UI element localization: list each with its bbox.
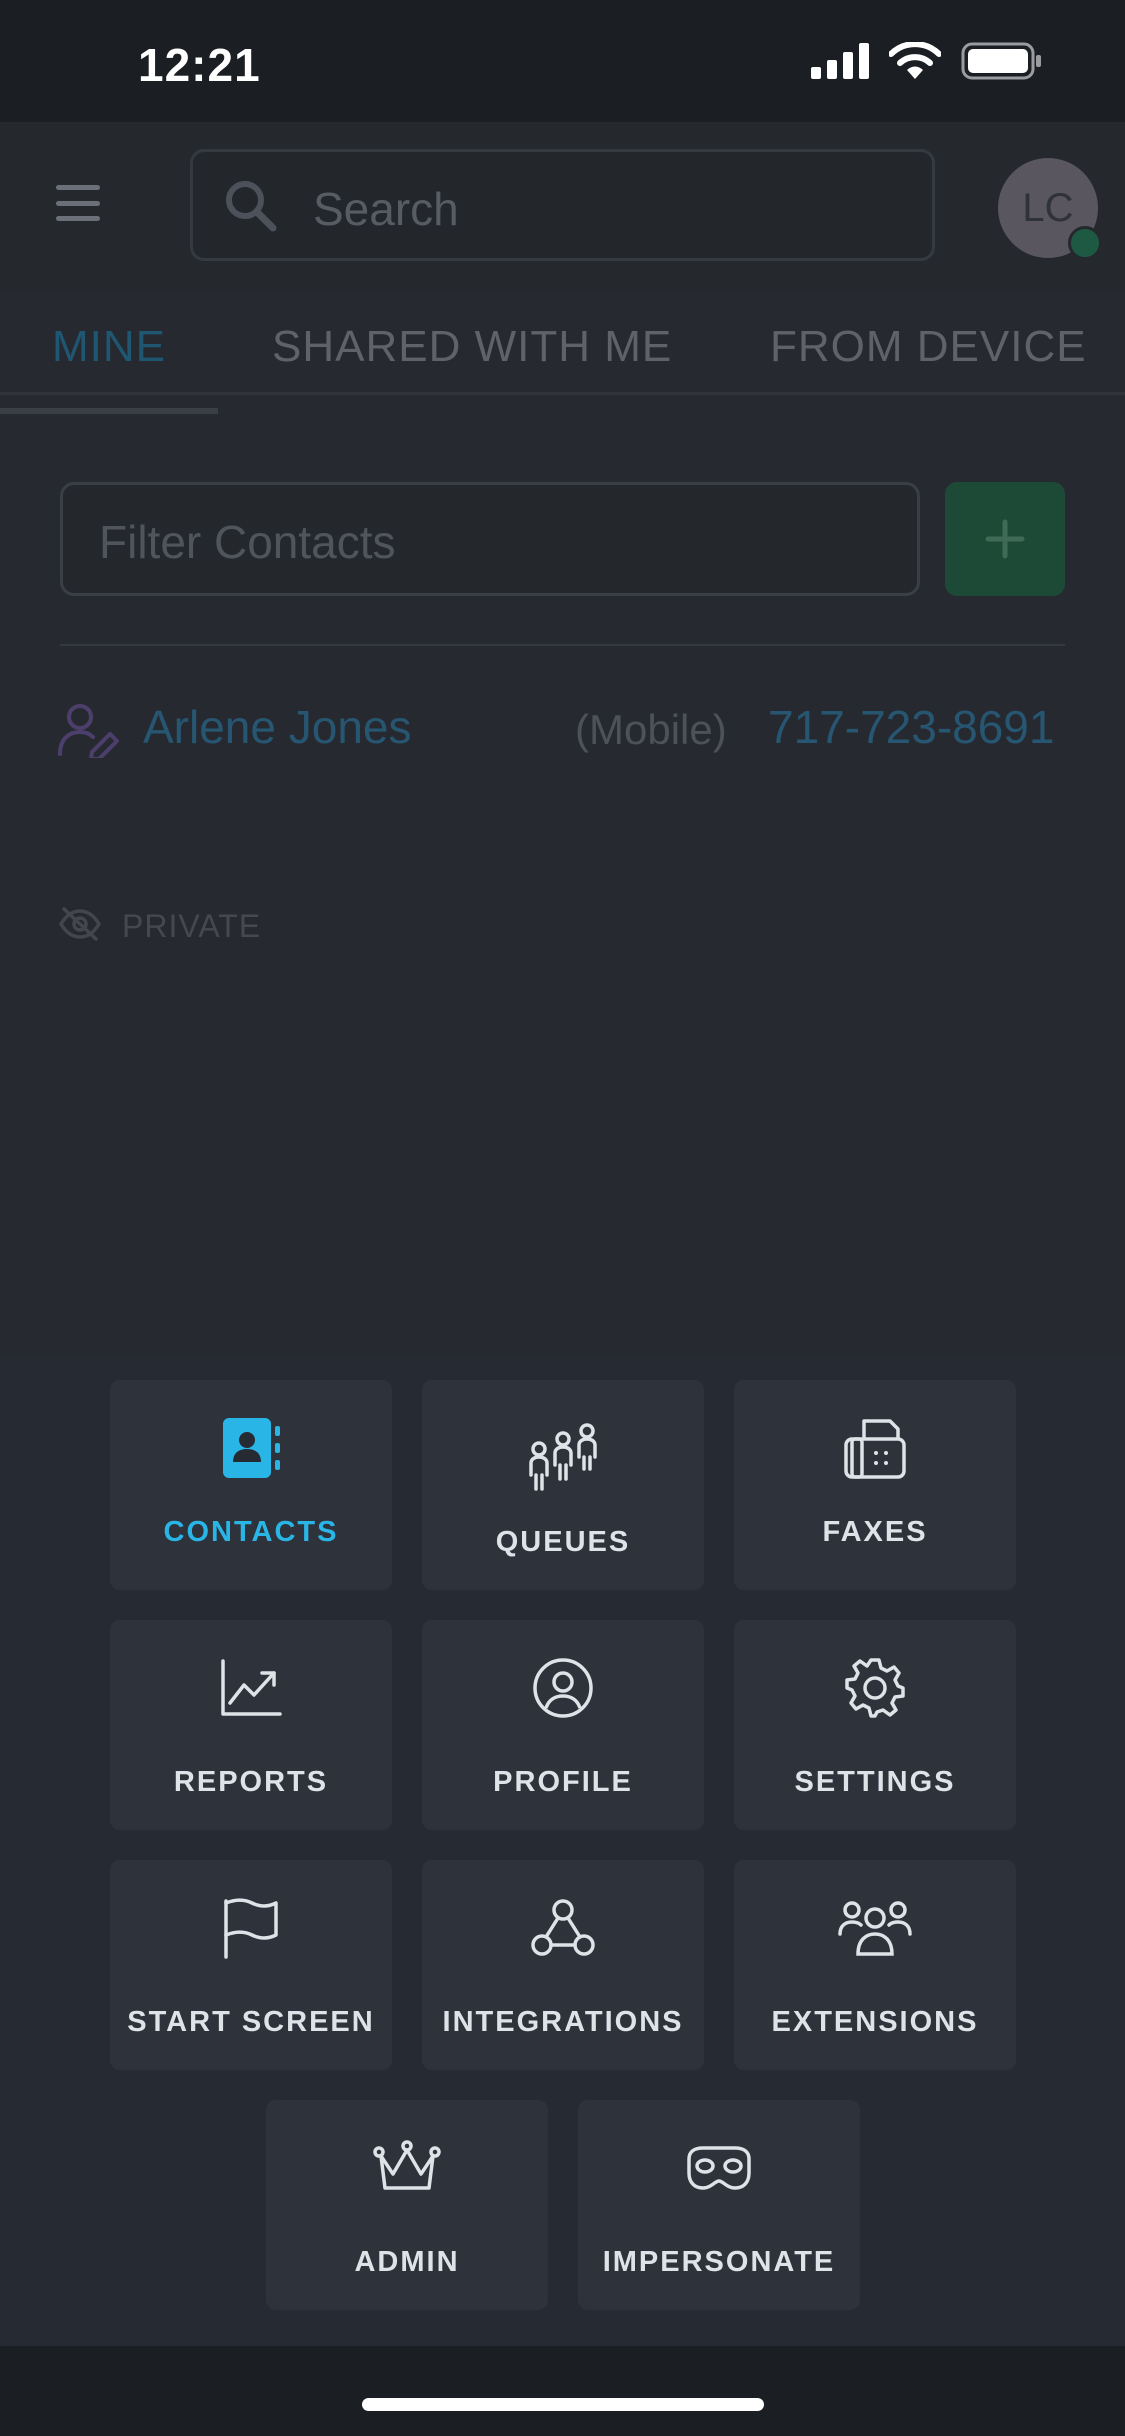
menu-item-profile[interactable]: PROFILE bbox=[422, 1620, 704, 1830]
menu-item-label: INTEGRATIONS bbox=[442, 2006, 684, 2038]
plus-icon bbox=[985, 519, 1025, 559]
chart-trend-icon bbox=[110, 1650, 392, 1726]
menu-item-admin[interactable]: ADMIN bbox=[266, 2100, 548, 2310]
menu-item-label: REPORTS bbox=[173, 1766, 329, 1798]
gear-icon bbox=[734, 1650, 1016, 1726]
contact-tabs: MINE SHARED WITH ME FROM DEVICE bbox=[0, 300, 1125, 395]
menu-item-extensions[interactable]: EXTENSIONS bbox=[734, 1860, 1016, 2070]
tab-from-device[interactable]: FROM DEVICE bbox=[770, 322, 1087, 372]
status-bar: 12:21 bbox=[0, 0, 1125, 122]
users-group-icon bbox=[734, 1890, 1016, 1966]
contacts-book-icon bbox=[110, 1410, 392, 1486]
contacts-screen: Search LC MINE SHARED WITH ME FROM DEVIC… bbox=[0, 122, 1125, 1356]
active-tab-indicator bbox=[0, 408, 218, 414]
menu-item-label: IMPERSONATE bbox=[602, 2246, 836, 2278]
fax-icon bbox=[734, 1410, 1016, 1486]
tab-shared-with-me[interactable]: SHARED WITH ME bbox=[272, 322, 672, 372]
menu-item-contacts[interactable]: CONTACTS bbox=[110, 1380, 392, 1590]
top-header: Search LC bbox=[0, 122, 1125, 292]
crown-icon bbox=[266, 2130, 548, 2206]
bottom-safe-area bbox=[0, 2346, 1125, 2436]
menu-item-integrations[interactable]: INTEGRATIONS bbox=[422, 1860, 704, 2070]
user-circle-icon bbox=[422, 1650, 704, 1726]
add-contact-button[interactable] bbox=[945, 482, 1065, 596]
menu-item-start-screen[interactable]: START SCREEN bbox=[110, 1860, 392, 2070]
menu-item-impersonate[interactable]: IMPERSONATE bbox=[578, 2100, 860, 2310]
menu-item-label: PROFILE bbox=[493, 1766, 633, 1798]
menu-item-label: ADMIN bbox=[354, 2246, 460, 2278]
wifi-icon bbox=[889, 42, 941, 79]
menu-item-faxes[interactable]: FAXES bbox=[734, 1380, 1016, 1590]
menu-item-settings[interactable]: SETTINGS bbox=[734, 1620, 1016, 1830]
contact-phone-type: (Mobile) bbox=[575, 706, 727, 753]
status-time: 12:21 bbox=[138, 39, 261, 91]
menu-item-label: EXTENSIONS bbox=[771, 2006, 979, 2038]
hamburger-menu-icon[interactable] bbox=[56, 185, 100, 221]
queue-people-icon bbox=[422, 1420, 704, 1496]
menu-item-label: START SCREEN bbox=[127, 2006, 375, 2038]
search-icon bbox=[226, 181, 277, 232]
home-indicator[interactable] bbox=[362, 2398, 764, 2411]
filter-contacts-input[interactable]: Filter Contacts bbox=[60, 482, 920, 596]
menu-item-queues[interactable]: QUEUES bbox=[422, 1380, 704, 1590]
contact-name[interactable]: Arlene Jones bbox=[143, 700, 412, 754]
filter-placeholder: Filter Contacts bbox=[99, 516, 396, 568]
user-edit-icon bbox=[58, 704, 119, 758]
navigation-menu-sheet: CONTACTS QUEUES FAXES REPORTS PROFILE SE… bbox=[0, 1356, 1125, 2346]
eye-slash-icon bbox=[58, 907, 102, 941]
status-icons bbox=[811, 42, 1043, 80]
menu-item-label: CONTACTS bbox=[163, 1516, 339, 1548]
mask-icon bbox=[578, 2130, 860, 2206]
divider bbox=[60, 644, 1065, 646]
menu-item-label: FAXES bbox=[822, 1516, 928, 1548]
menu-item-label: QUEUES bbox=[495, 1526, 631, 1558]
contact-phone[interactable]: 717-723-8691 bbox=[768, 700, 1054, 754]
menu-item-reports[interactable]: REPORTS bbox=[110, 1620, 392, 1830]
webhook-icon bbox=[422, 1890, 704, 1966]
menu-item-label: SETTINGS bbox=[794, 1766, 956, 1798]
contact-visibility: PRIVATE bbox=[122, 908, 262, 944]
search-input[interactable]: Search bbox=[190, 149, 935, 261]
flag-icon bbox=[110, 1890, 392, 1966]
cellular-signal-icon bbox=[811, 43, 869, 79]
online-status-dot bbox=[1068, 226, 1102, 260]
battery-icon bbox=[961, 42, 1041, 80]
search-placeholder: Search bbox=[313, 183, 459, 235]
tab-mine[interactable]: MINE bbox=[52, 322, 166, 372]
